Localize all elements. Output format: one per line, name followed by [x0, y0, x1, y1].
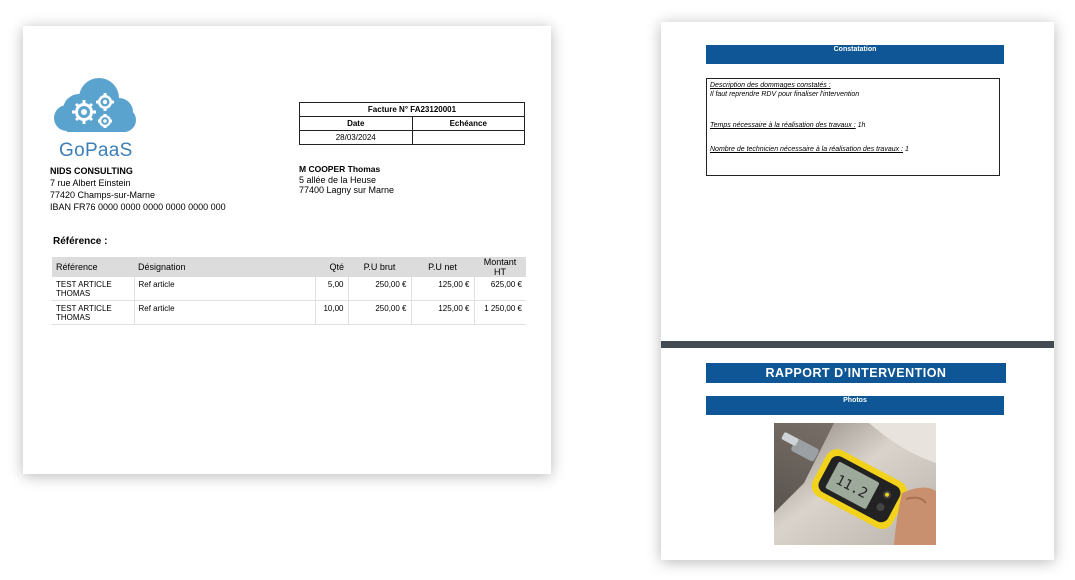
- date-value: 28/03/2024: [299, 130, 413, 145]
- cell-designation: Ref article: [134, 277, 316, 301]
- col-pu-net: P.U net: [411, 257, 474, 277]
- company-address: NIDS CONSULTING 7 rue Albert Einstein 77…: [50, 165, 226, 213]
- table-header-row: Référence Désignation Qté P.U brut P.U n…: [52, 257, 526, 277]
- table-row: TEST ARTICLE THOMAS Ref article 5,00 250…: [52, 277, 526, 301]
- photos-band: Photos: [706, 396, 1004, 415]
- col-qty: Qté: [315, 257, 348, 277]
- description-label: Description des dommages constatés :: [710, 82, 831, 89]
- cell-montant: 625,00 €: [474, 277, 526, 301]
- cell-qty: 10,00: [315, 300, 349, 325]
- invoice-page: GoPaaS NIDS CONSULTING 7 rue Albert Eins…: [23, 26, 551, 474]
- company-street: 7 rue Albert Einstein: [50, 178, 131, 188]
- description-text: Il faut reprendre RDV pour finaliser l'i…: [710, 90, 860, 98]
- cell-pu-brut: 250,00 €: [348, 300, 412, 325]
- damage-description-box: Description des dommages constatés : Il …: [706, 78, 1000, 176]
- company-iban: IBAN FR76 0000 0000 0000 0000 0000 000: [50, 202, 226, 212]
- due-label: Echéance: [411, 116, 525, 131]
- client-name: M COOPER Thomas: [299, 164, 381, 174]
- technician-label: Nombre de technicien nécessaire à la réa…: [710, 145, 903, 153]
- col-designation: Désignation: [134, 257, 315, 277]
- cell-designation: Ref article: [134, 300, 316, 325]
- company-city: 77420 Champs-sur-Marne: [50, 190, 156, 200]
- invoice-number: Facture N° FA23120001: [299, 102, 525, 117]
- cell-qty: 5,00: [315, 277, 349, 301]
- reference-label: Référence :: [53, 236, 108, 247]
- due-value: [411, 130, 525, 145]
- time-value: 1h: [855, 122, 866, 129]
- date-label: Date: [299, 116, 413, 131]
- cell-montant: 1 250,00 €: [474, 300, 526, 325]
- table-row: TEST ARTICLE THOMAS Ref article 10,00 25…: [52, 300, 526, 325]
- cell-pu-net: 125,00 €: [411, 300, 475, 325]
- company-name: NIDS CONSULTING: [50, 166, 133, 176]
- report-page: Constatation Description des dommages co…: [661, 22, 1054, 560]
- cell-pu-brut: 250,00 €: [348, 277, 412, 301]
- client-address: M COOPER Thomas 5 allée de la Heuse 7740…: [299, 164, 394, 196]
- intervention-photo: 11.2: [774, 423, 936, 545]
- time-label: Temps nécessaire à la réalisation des tr…: [710, 122, 856, 129]
- logo-text: GoPaaS: [59, 140, 133, 161]
- col-pu-brut: P.U brut: [348, 257, 411, 277]
- report-title-band: RAPPORT D’INTERVENTION: [706, 363, 1006, 383]
- invoice-lines-table: Référence Désignation Qté P.U brut P.U n…: [52, 257, 526, 325]
- technician-value: 1: [903, 145, 909, 153]
- page-separator: [661, 341, 1054, 348]
- cell-reference: TEST ARTICLE THOMAS: [52, 277, 135, 301]
- col-reference: Référence: [52, 257, 134, 277]
- col-montant: Montant HT: [474, 257, 526, 277]
- client-street: 5 allée de la Heuse: [299, 174, 377, 185]
- constatation-band: Constatation: [706, 45, 1004, 64]
- invoice-header-box: Facture N° FA23120001 Date Echéance 28/0…: [299, 102, 525, 145]
- cell-reference: TEST ARTICLE THOMAS: [52, 300, 135, 325]
- client-city: 77400 Lagny sur Marne: [299, 185, 395, 195]
- cell-pu-net: 125,00 €: [411, 277, 475, 301]
